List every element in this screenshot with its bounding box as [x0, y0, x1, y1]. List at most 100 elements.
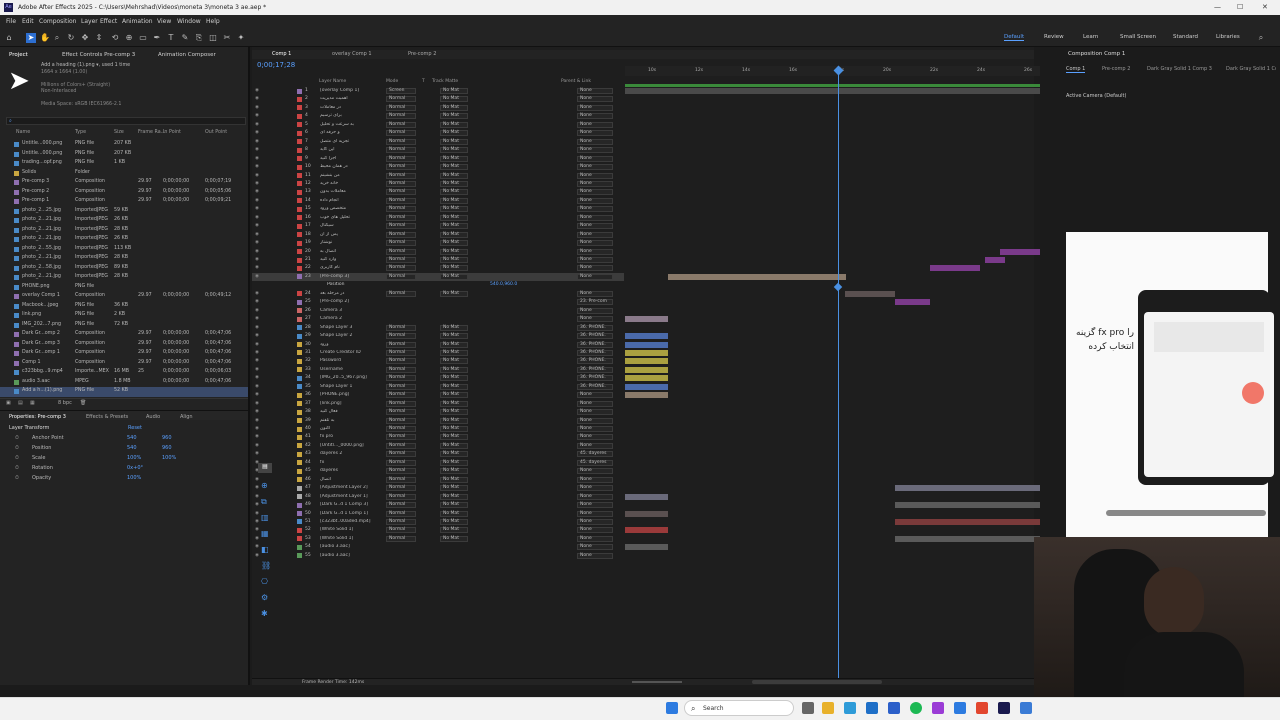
layer-name[interactable]: fx pro	[320, 434, 382, 439]
track-matte-dropdown[interactable]: No Mat	[440, 172, 468, 179]
layer-label-color[interactable]	[297, 105, 302, 111]
parent-link-dropdown[interactable]: 36. PHONE.	[577, 333, 613, 340]
project-item[interactable]: Comp 1 Composition 29.97 0;00;00;00 0;00;47;…	[0, 359, 248, 369]
layer-bar[interactable]	[845, 290, 895, 297]
label-color-swatch[interactable]	[14, 151, 19, 157]
maximize-icon[interactable]: ☐	[1237, 3, 1243, 11]
visibility-eye-icon[interactable]: ◉	[255, 147, 259, 152]
prop-value-1[interactable]: 0x+0°	[127, 465, 143, 471]
track-matte-dropdown[interactable]: No Mat	[440, 104, 468, 111]
layer-row[interactable]: ◉ 48 [Adjustment Layer 1] Normal No Mat None	[252, 493, 624, 501]
parent-link-dropdown[interactable]: None	[577, 164, 613, 171]
layer-label-color[interactable]	[297, 519, 302, 525]
layer-row[interactable]: ◉ 35 Shape Layer 1 Normal No Mat 36. PHONE.	[252, 383, 624, 391]
layer-label-color[interactable]	[297, 375, 302, 381]
layer-label-color[interactable]	[297, 477, 302, 483]
layer-row[interactable]: ◉ 2 اهمیت مدیریت Normal No Mat None	[252, 95, 624, 103]
layer-row[interactable]: ◉ 52 [White Solid 1] Normal No Mat None	[252, 526, 624, 534]
label-color-swatch[interactable]	[14, 313, 19, 318]
blend-mode-dropdown[interactable]: Normal	[386, 392, 416, 399]
blend-mode-dropdown[interactable]: Normal	[386, 451, 416, 458]
tab-viewer-pre-comp-2[interactable]: Pre-comp 2	[1102, 66, 1130, 72]
parent-link-dropdown[interactable]: None	[577, 155, 613, 162]
col-parent-link[interactable]: Parent & Link	[561, 79, 591, 84]
col-mode[interactable]: Mode	[386, 79, 398, 84]
parent-link-dropdown[interactable]: None	[577, 147, 613, 154]
parent-link-dropdown[interactable]: None	[577, 206, 613, 213]
parent-link-dropdown[interactable]: None	[577, 316, 613, 323]
tab-viewer-comp-1[interactable]: Comp 1	[1066, 66, 1086, 73]
prop-value-1[interactable]: 100%	[127, 455, 141, 461]
visibility-eye-icon[interactable]: ◉	[255, 342, 259, 347]
layer-row[interactable]: ◉ 21 وارد کنید Normal No Mat None	[252, 256, 624, 264]
track-matte-dropdown[interactable]: No Mat	[440, 409, 468, 416]
layer-name[interactable]: [overlay Comp 1]	[320, 88, 382, 93]
parent-link-dropdown[interactable]: None	[577, 409, 613, 416]
parent-link-dropdown[interactable]: None	[577, 502, 613, 509]
blend-mode-dropdown[interactable]: Normal	[386, 206, 416, 213]
playhead-line[interactable]	[838, 66, 839, 678]
parent-link-dropdown[interactable]: None	[577, 307, 613, 314]
layer-label-color[interactable]	[297, 333, 302, 339]
app-icon-2[interactable]	[888, 702, 900, 714]
layer-label-color[interactable]	[297, 130, 302, 136]
layer-label-color[interactable]	[297, 443, 302, 449]
layer-label-color[interactable]	[297, 451, 302, 457]
task-view-icon[interactable]	[802, 702, 814, 714]
label-color-swatch[interactable]	[14, 161, 19, 166]
visibility-eye-icon[interactable]: ◉	[255, 401, 259, 406]
layer-name[interactable]: وارد کنید	[320, 257, 382, 262]
label-color-swatch[interactable]	[14, 246, 19, 252]
stopwatch-icon[interactable]: ⏱	[15, 455, 19, 461]
layer-bar[interactable]	[895, 502, 1040, 509]
label-color-swatch[interactable]	[14, 142, 19, 147]
layer-bar[interactable]	[930, 265, 980, 272]
blend-mode-dropdown[interactable]: Normal	[386, 442, 416, 449]
project-item[interactable]: photo_2...21.jpg ImportedJPEG 28 KB	[0, 254, 248, 264]
layer-label-color[interactable]	[297, 342, 302, 347]
layer-name[interactable]: اجرا کنید	[320, 156, 382, 161]
label-color-swatch[interactable]	[14, 256, 19, 261]
pen-tool-icon[interactable]: ✒	[152, 33, 162, 43]
project-item[interactable]: Pre-comp 1 Composition 29.97 0;00;00;00 0;00…	[0, 197, 248, 207]
workspace-learn[interactable]: Learn	[1083, 34, 1098, 40]
layer-bar[interactable]	[625, 341, 668, 348]
visibility-eye-icon[interactable]: ◉	[255, 333, 259, 338]
visibility-eye-icon[interactable]: ◉	[255, 249, 259, 254]
parent-link-dropdown[interactable]: None	[577, 493, 613, 500]
layer-name[interactable]: [link.png]	[320, 401, 382, 406]
label-color-swatch[interactable]	[14, 189, 19, 195]
visibility-eye-icon[interactable]: ◉	[255, 232, 259, 237]
visibility-eye-icon[interactable]: ◉	[255, 443, 259, 448]
parent-link-dropdown[interactable]: None	[577, 130, 613, 137]
layer-label-color[interactable]	[297, 325, 302, 331]
project-search-input[interactable]: ⌕	[6, 117, 246, 125]
track-matte-dropdown[interactable]: No Mat	[440, 510, 468, 517]
layer-name[interactable]: اهمیت مدیریت	[320, 96, 382, 101]
col-layer-name[interactable]: Layer Name	[319, 79, 346, 84]
layer-name[interactable]: اتصال	[320, 477, 382, 482]
blend-mode-dropdown[interactable]: Normal	[386, 147, 416, 154]
nodes-icon[interactable]: ⎔	[261, 577, 268, 586]
workspace-libraries[interactable]: Libraries	[1216, 34, 1240, 40]
layer-bar[interactable]	[625, 349, 668, 356]
visibility-eye-icon[interactable]: ◉	[255, 257, 259, 262]
track-matte-dropdown[interactable]: No Mat	[440, 349, 468, 356]
project-item[interactable]: Untitle...000.png PNG file 207 KB	[0, 140, 248, 150]
taskbar-search-box[interactable]: ⌕ Search	[684, 700, 794, 716]
layer-name[interactable]: Username	[320, 367, 382, 372]
blend-mode-dropdown[interactable]: Normal	[386, 383, 416, 390]
track-matte-dropdown[interactable]: No Mat	[440, 324, 468, 331]
parent-link-dropdown[interactable]: None	[577, 434, 613, 441]
tab-viewer-dark-gray[interactable]: Dark Gray Solid 1 Comp	[1226, 66, 1276, 72]
visibility-eye-icon[interactable]: ◉	[255, 198, 259, 203]
layer-name[interactable]: و حرفه ای	[320, 130, 382, 135]
layer-label-color[interactable]	[297, 502, 302, 508]
menu-animation[interactable]: Animation	[122, 18, 153, 25]
track-matte-dropdown[interactable]: No Mat	[440, 400, 468, 407]
blend-mode-dropdown[interactable]: Normal	[386, 400, 416, 407]
doc-icon[interactable]: ▥	[261, 513, 269, 522]
col-track-matte[interactable]: Track Matte	[432, 79, 458, 84]
layer-label-color[interactable]	[297, 384, 302, 390]
layer-row[interactable]: ◉ 28 Shape Layer 3 Normal No Mat 36. PHONE.	[252, 324, 624, 332]
